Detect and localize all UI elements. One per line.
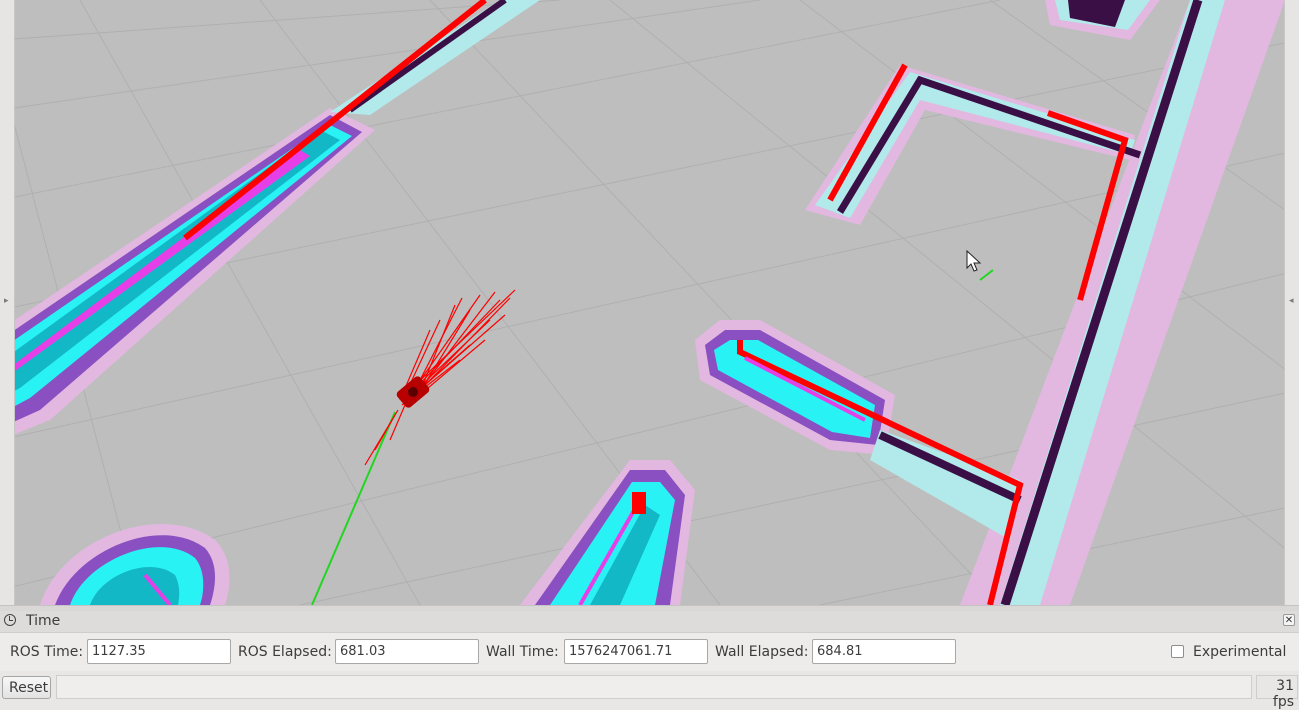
wall-time-field[interactable]: 1576247061.71 [564,639,708,664]
ros-elapsed-label: ROS Elapsed: [238,644,332,660]
bottom-obstacle [520,460,695,605]
ros-time-field[interactable]: 1127.35 [87,639,231,664]
mouse-pointer-icon [966,249,982,272]
ros-elapsed-field[interactable]: 681.03 [335,639,479,664]
wall-time-label: Wall Time: [486,644,559,660]
right-dock-handle[interactable]: ◂ [1284,0,1299,605]
clock-icon [4,614,16,626]
time-panel: ROS Time: 1127.35 ROS Elapsed: 681.03 Wa… [0,633,1299,671]
bottom-left-obstacle [40,524,230,605]
fps-readout: 31 fps [1256,675,1298,710]
particle-cloud [364,289,516,466]
left-dock-handle[interactable]: ▸ [0,0,15,605]
close-icon[interactable]: ✕ [1283,614,1295,626]
experimental-checkbox[interactable] [1171,645,1184,658]
planned-path [311,411,396,605]
room-walls [805,0,1285,605]
ros-time-label: ROS Time: [10,644,84,660]
middle-obstacle [695,320,1024,605]
left-wall-inflation [0,0,540,440]
wall-elapsed-field[interactable]: 684.81 [812,639,956,664]
reset-button[interactable]: Reset [2,676,51,699]
status-row: Reset 31 fps [0,672,1299,710]
experimental-label: Experimental [1193,644,1287,660]
collapse-right-icon: ◂ [1289,296,1294,306]
panel-title: Time [26,613,61,629]
status-bar [56,675,1252,699]
time-panel-header: Time ✕ [0,611,1299,633]
3d-map-view[interactable]: ▸ ◂ [0,0,1299,605]
collapse-left-icon: ▸ [4,296,9,306]
goal-arrow-icon [979,269,994,281]
map-render [0,0,1299,605]
wall-elapsed-label: Wall Elapsed: [715,644,809,660]
robot-model-icon [396,376,430,408]
